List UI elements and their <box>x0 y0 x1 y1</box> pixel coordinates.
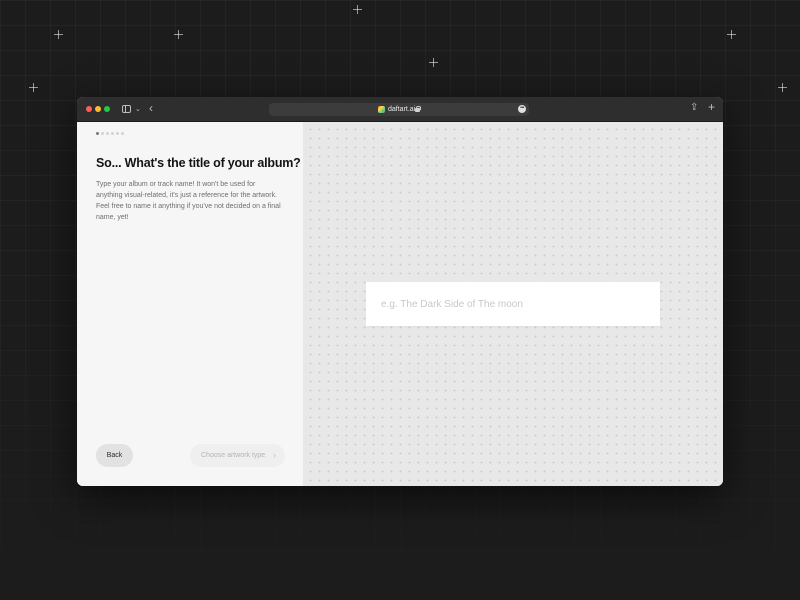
minimize-window-button[interactable] <box>95 106 101 112</box>
site-favicon-icon <box>378 106 385 113</box>
share-icon[interactable]: ⇪ <box>690 103 698 113</box>
new-tab-icon[interactable]: + <box>708 101 715 113</box>
page-description: Type your album or track name! It won't … <box>96 181 281 221</box>
maximize-window-button[interactable] <box>104 106 110 112</box>
address-bar[interactable]: daftart.ai ••• <box>269 103 529 116</box>
page-title: So... What's the title of your album? <box>96 156 301 170</box>
wizard-panel: So... What's the title of your album? Ty… <box>77 122 303 486</box>
url-text: daftart.ai <box>388 106 416 113</box>
step-dot <box>111 132 114 135</box>
step-dot <box>101 132 104 135</box>
chevron-right-icon: › <box>273 450 276 460</box>
sparkle-icon <box>727 30 736 39</box>
step-dot <box>96 132 99 135</box>
choose-artwork-type-button[interactable]: Choose artwork type › <box>190 444 285 467</box>
back-button[interactable]: Back <box>96 444 133 467</box>
sidebar-toggle-icon[interactable] <box>122 105 131 113</box>
preview-canvas <box>303 122 723 486</box>
album-title-input[interactable] <box>366 282 660 326</box>
sparkle-icon <box>174 30 183 39</box>
lock-icon <box>415 106 421 112</box>
browser-titlebar: ⌄ ‹ daftart.ai ••• ⇪ + <box>77 97 723 122</box>
close-window-button[interactable] <box>86 106 92 112</box>
sparkle-icon <box>29 83 38 92</box>
next-button-label: Choose artwork type <box>201 452 266 459</box>
sparkle-icon <box>54 30 63 39</box>
chevron-down-icon[interactable]: ⌄ <box>135 105 141 115</box>
browser-window: ⌄ ‹ daftart.ai ••• ⇪ + So... What's the … <box>77 97 723 486</box>
step-dot <box>106 132 109 135</box>
step-dot <box>116 132 119 135</box>
sparkle-icon <box>778 83 787 92</box>
more-options-button[interactable]: ••• <box>518 105 526 113</box>
sparkle-icon <box>353 5 362 14</box>
back-navigation-icon[interactable]: ‹ <box>149 102 153 114</box>
step-indicator <box>96 132 124 135</box>
sparkle-icon <box>429 58 438 67</box>
step-dot <box>121 132 124 135</box>
